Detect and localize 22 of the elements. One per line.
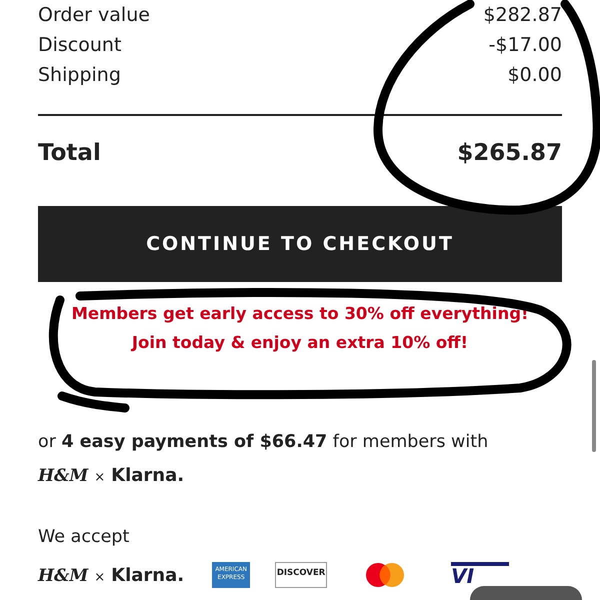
brand-logo: H&M (38, 465, 88, 488)
summary-label: Order value (38, 3, 150, 28)
times-sign: × (94, 469, 106, 488)
brand-logo: H&M (38, 565, 88, 588)
promo-text: Join today & enjoy an extra 10% off! (132, 333, 468, 352)
summary-value: -$17.00 (488, 33, 562, 58)
total-label: Total (38, 138, 101, 168)
installment-text: or 4 easy payments of $66.47 for members with (38, 432, 488, 452)
summary-label: Discount (38, 33, 122, 58)
discover-logo: DISCOVER (275, 562, 328, 588)
summary-label: Shipping (38, 63, 121, 88)
brand-logo: Klarna. (111, 564, 184, 588)
summary-value: $282.87 (483, 3, 562, 28)
floating-button[interactable] (470, 586, 582, 600)
promo-text: Members get early access to 30% off everything! (71, 304, 529, 323)
times-sign: × (94, 569, 106, 587)
accept-heading: We accept (38, 526, 130, 549)
total-value: $265.87 (457, 138, 562, 168)
brand-logo: Klarna. (111, 464, 184, 488)
summary-value: $0.00 (508, 63, 562, 88)
checkout-button[interactable]: CONTINUE TO CHECKOUT (38, 206, 562, 282)
mastercard-logo (364, 562, 406, 588)
